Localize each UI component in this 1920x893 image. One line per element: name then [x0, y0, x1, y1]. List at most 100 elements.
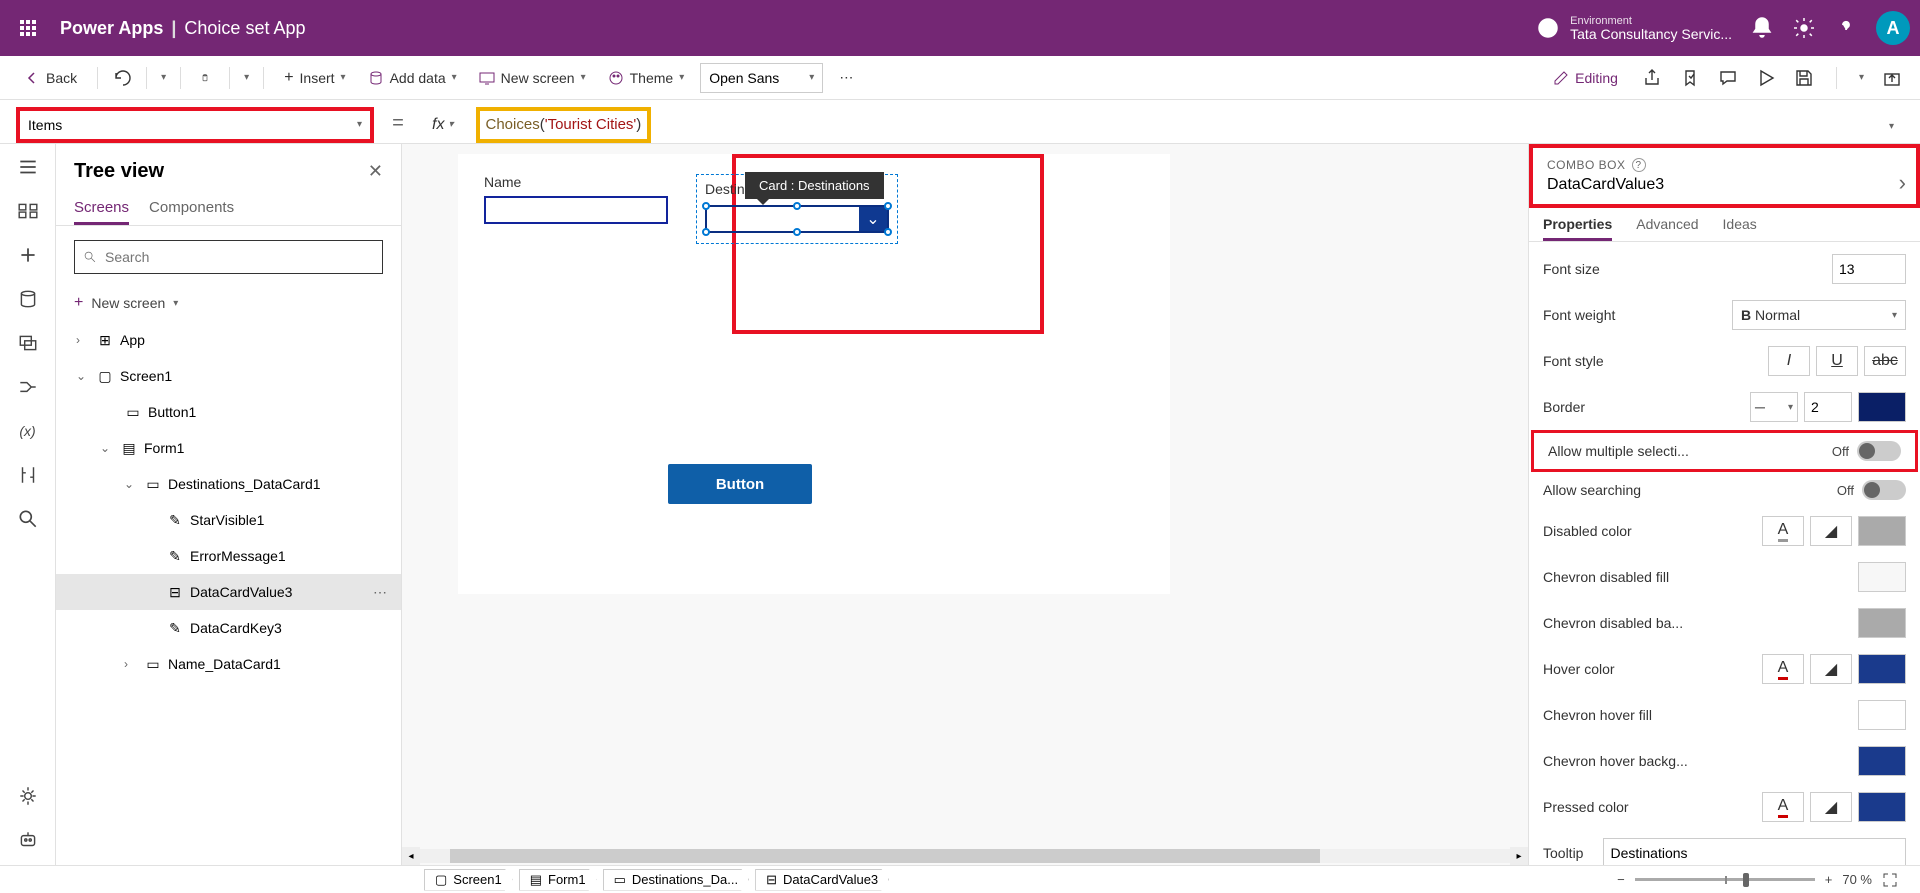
chevron-right-icon[interactable]: › [1899, 170, 1906, 196]
settings-rail-icon[interactable] [17, 785, 39, 807]
tab-advanced[interactable]: Advanced [1636, 216, 1698, 241]
color-swatch[interactable] [1858, 562, 1906, 592]
new-screen-button[interactable]: +New screen▾ [56, 288, 401, 322]
back-button[interactable]: Back [18, 66, 83, 90]
color-swatch[interactable] [1858, 654, 1906, 684]
color-swatch[interactable] [1858, 516, 1906, 546]
scroll-left-icon[interactable]: ◂ [402, 847, 420, 865]
search-rail-icon[interactable] [17, 508, 39, 530]
border-color-swatch[interactable] [1858, 392, 1906, 422]
zoom-out-icon[interactable]: − [1617, 872, 1625, 887]
tree-node-error[interactable]: ✎ErrorMessage1 [56, 538, 401, 574]
gear-icon[interactable] [1792, 16, 1816, 40]
fit-icon[interactable] [1882, 872, 1898, 888]
scroll-right-icon[interactable]: ▸ [1510, 847, 1528, 865]
fill-color-icon[interactable]: ◢ [1810, 792, 1852, 822]
allow-search-toggle[interactable] [1862, 480, 1906, 500]
editing-mode[interactable]: Editing [1547, 66, 1624, 90]
close-icon[interactable]: ✕ [368, 161, 383, 182]
bot-rail-icon[interactable] [17, 829, 39, 851]
tree-node-datacardvalue[interactable]: ⊟DataCardValue3⋯ [56, 574, 401, 610]
new-screen-button[interactable]: New screen▾ [473, 66, 592, 90]
tree-node-datacardkey[interactable]: ✎DataCardKey3 [56, 610, 401, 646]
tree-node-namecard[interactable]: ›▭Name_DataCard1 [56, 646, 401, 682]
allow-multiple-toggle[interactable] [1857, 441, 1901, 461]
tab-screens[interactable]: Screens [74, 199, 129, 225]
canvas-stage[interactable]: Card : Destinations Name Destinations ⌄ [458, 154, 1170, 594]
tools-rail-icon[interactable] [17, 464, 39, 486]
font-select[interactable]: Open Sans▾ [700, 63, 823, 93]
fill-color-icon[interactable]: ◢ [1810, 516, 1852, 546]
bell-icon[interactable] [1750, 16, 1774, 40]
undo-icon[interactable] [112, 68, 132, 88]
font-size-input[interactable] [1832, 254, 1906, 284]
tree-node-form[interactable]: ⌄▤Form1 [56, 430, 401, 466]
media-rail-icon[interactable] [17, 332, 39, 354]
variable-rail-icon[interactable]: (x) [17, 420, 39, 442]
share-icon[interactable] [1642, 68, 1662, 88]
tree-view-icon[interactable] [17, 200, 39, 222]
insert-button[interactable]: +Insert▾ [278, 65, 351, 91]
tab-ideas[interactable]: Ideas [1723, 216, 1757, 241]
paste-menu-chevron[interactable]: ▾ [244, 72, 249, 83]
fx-label[interactable]: fx▾ [422, 116, 463, 134]
environment-picker[interactable]: EnvironmentTata Consultancy Servic... [1536, 16, 1732, 41]
canvas-button[interactable]: Button [668, 464, 812, 504]
border-style-select[interactable]: ─▾ [1750, 392, 1798, 422]
app-launcher-icon[interactable] [10, 10, 46, 46]
tooltip-input[interactable] [1603, 838, 1906, 865]
tree-node-star[interactable]: ✎StarVisible1 [56, 502, 401, 538]
tree-node-button[interactable]: ▭Button1 [56, 394, 401, 430]
add-data-button[interactable]: Add data▾ [362, 66, 463, 90]
zoom-in-icon[interactable]: + [1825, 872, 1833, 887]
underline-button[interactable]: U [1816, 346, 1858, 376]
help-icon[interactable] [1834, 16, 1858, 40]
strike-button[interactable]: abc [1864, 346, 1906, 376]
color-swatch[interactable] [1858, 700, 1906, 730]
formula-expand[interactable]: ▾ [1879, 116, 1904, 134]
breadcrumb-item[interactable]: ▭Destinations_Da... [603, 869, 750, 891]
node-more-icon[interactable]: ⋯ [373, 584, 389, 601]
undo-menu-chevron[interactable]: ▾ [161, 72, 166, 83]
font-color-icon[interactable]: A [1762, 792, 1804, 822]
breadcrumb-item[interactable]: ▤Form1 [519, 869, 597, 891]
hamburger-icon[interactable] [17, 156, 39, 178]
tab-components[interactable]: Components [149, 199, 234, 225]
color-swatch[interactable] [1858, 792, 1906, 822]
checker-icon[interactable] [1680, 68, 1700, 88]
search-input[interactable] [74, 240, 383, 274]
name-input[interactable] [484, 196, 668, 224]
font-color-icon[interactable]: A [1762, 516, 1804, 546]
font-color-icon[interactable]: A [1762, 654, 1804, 684]
tree-node-app[interactable]: ›⊞App [56, 322, 401, 358]
italic-button[interactable]: I [1768, 346, 1810, 376]
destinations-combobox[interactable]: ⌄ [705, 205, 889, 233]
color-swatch[interactable] [1858, 608, 1906, 638]
tree-node-datacard[interactable]: ⌄▭Destinations_DataCard1 [56, 466, 401, 502]
play-icon[interactable] [1756, 68, 1776, 88]
color-swatch[interactable] [1858, 746, 1906, 776]
formula-input[interactable]: Choices('Tourist Cities') [486, 111, 642, 139]
data-rail-icon[interactable] [17, 288, 39, 310]
breadcrumb-item[interactable]: ⊟DataCardValue3 [755, 869, 889, 891]
flow-rail-icon[interactable] [17, 376, 39, 398]
publish-icon[interactable] [1882, 68, 1902, 88]
zoom-slider[interactable] [1635, 878, 1815, 881]
save-menu-chevron[interactable]: ▾ [1859, 72, 1864, 83]
overflow-menu[interactable]: ⋯ [833, 65, 859, 90]
tab-properties[interactable]: Properties [1543, 216, 1612, 241]
theme-button[interactable]: Theme▾ [602, 66, 691, 90]
tree-node-screen[interactable]: ⌄▢Screen1 [56, 358, 401, 394]
insert-rail-icon[interactable] [17, 244, 39, 266]
save-icon[interactable] [1794, 68, 1814, 88]
fill-color-icon[interactable]: ◢ [1810, 654, 1852, 684]
border-width-input[interactable] [1804, 392, 1852, 422]
help-icon[interactable]: ? [1632, 158, 1646, 172]
clipboard-icon[interactable] [195, 68, 215, 88]
avatar[interactable]: A [1876, 11, 1910, 45]
breadcrumb-item[interactable]: ▢Screen1 [424, 869, 513, 891]
horizontal-scrollbar[interactable]: ◂ ▸ [402, 847, 1528, 865]
property-selector[interactable]: Items▾ [16, 107, 374, 143]
comment-icon[interactable] [1718, 68, 1738, 88]
font-weight-select[interactable]: B Normal▾ [1732, 300, 1906, 330]
